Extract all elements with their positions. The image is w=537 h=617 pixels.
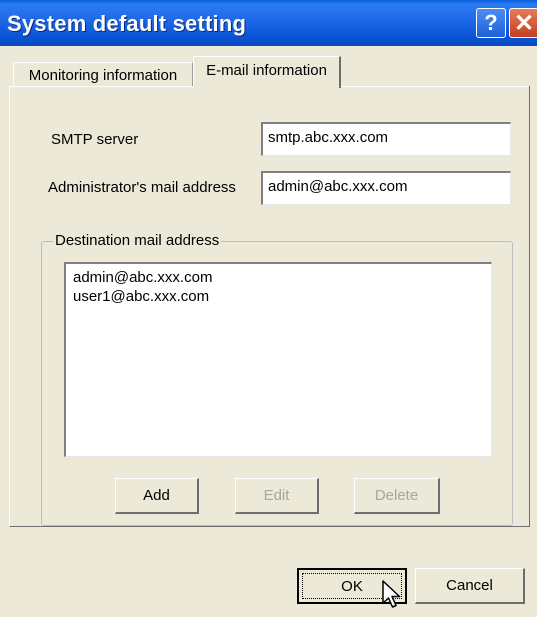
smtp-server-label: SMTP server bbox=[51, 131, 139, 148]
admin-mail-input[interactable]: admin@abc.xxx.com bbox=[261, 171, 511, 205]
destination-group-label: Destination mail address bbox=[53, 232, 222, 249]
title-bar[interactable]: System default setting ? ✕ bbox=[0, 0, 537, 46]
admin-mail-value: admin@abc.xxx.com bbox=[268, 178, 408, 195]
destination-mail-list[interactable]: admin@abc.xxx.com user1@abc.xxx.com bbox=[64, 262, 492, 457]
close-icon: ✕ bbox=[513, 9, 535, 37]
dialog-window: System default setting ? ✕ Monitoring in… bbox=[0, 0, 537, 617]
add-button[interactable]: Add bbox=[115, 478, 199, 514]
window-title: System default setting bbox=[7, 11, 247, 36]
edit-button[interactable]: Edit bbox=[235, 478, 319, 514]
tab-label: E-mail information bbox=[206, 62, 327, 79]
edit-button-label: Edit bbox=[263, 487, 290, 504]
arrow-cursor-icon bbox=[382, 580, 401, 608]
admin-mail-label: Administrator's mail address bbox=[48, 179, 236, 196]
smtp-server-input[interactable]: smtp.abc.xxx.com bbox=[261, 122, 511, 156]
cancel-button[interactable]: Cancel bbox=[415, 568, 525, 604]
tab-label: Monitoring information bbox=[28, 66, 178, 84]
tab-monitoring-information[interactable]: Monitoring information bbox=[13, 62, 193, 87]
delete-button[interactable]: Delete bbox=[354, 478, 440, 514]
tab-email-information[interactable]: E-mail information bbox=[193, 56, 341, 88]
add-button-label: Add bbox=[143, 487, 170, 504]
list-item[interactable]: user1@abc.xxx.com bbox=[66, 287, 491, 306]
delete-button-label: Delete bbox=[374, 487, 419, 504]
help-icon: ? bbox=[484, 10, 498, 35]
help-button[interactable]: ? bbox=[476, 8, 506, 38]
ok-button-label: OK bbox=[341, 577, 363, 595]
smtp-server-value: smtp.abc.xxx.com bbox=[268, 129, 389, 146]
cancel-button-label: Cancel bbox=[446, 577, 493, 594]
list-item[interactable]: admin@abc.xxx.com bbox=[66, 268, 491, 287]
close-button[interactable]: ✕ bbox=[509, 8, 537, 38]
